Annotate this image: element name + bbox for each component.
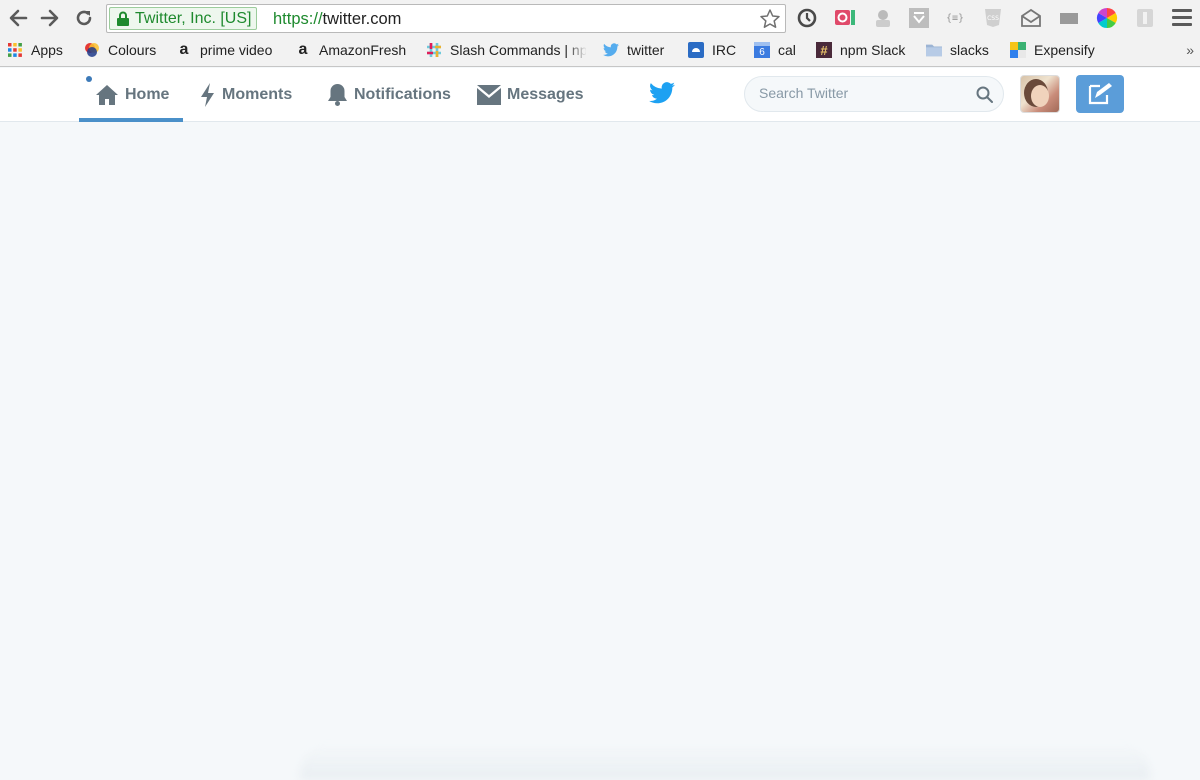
tab-home[interactable]: Home (79, 68, 183, 122)
lightning-icon (201, 83, 214, 107)
bookmark-irc[interactable]: IRC (688, 40, 736, 60)
reload-icon (76, 10, 92, 26)
json-icon[interactable]: {≡} (944, 7, 966, 29)
twitter-top-nav: Home Moments Notifications Messages (0, 68, 1200, 122)
bookmark-label: twitter (627, 42, 665, 58)
secure-indicator[interactable]: Twitter, Inc. [US] (109, 7, 258, 30)
search-box (744, 76, 1004, 112)
expensify-icon (1010, 42, 1026, 58)
bookmark-apps[interactable]: Apps (7, 40, 63, 60)
star-icon[interactable] (759, 8, 781, 30)
bookmark-label: npm Slack (840, 42, 906, 58)
bookmark-colours[interactable]: Colours (84, 40, 156, 60)
svg-text:CSS: CSS (987, 15, 999, 22)
forward-button[interactable] (38, 6, 62, 30)
tab-label: Notifications (354, 86, 451, 103)
twitter-bird-icon[interactable] (649, 82, 675, 104)
pocket-icon[interactable] (908, 7, 930, 29)
css-icon[interactable]: CSS (982, 7, 1004, 29)
tab-label: Messages (507, 86, 584, 103)
bookmark-label: Slash Commands | np (450, 42, 586, 58)
search-input[interactable] (759, 85, 959, 101)
bookmark-label: slacks (950, 42, 989, 58)
tab-messages[interactable]: Messages (477, 68, 584, 122)
bookmark-cal[interactable]: 6 cal (754, 40, 796, 60)
folder-icon (926, 42, 942, 58)
back-button[interactable] (6, 6, 30, 30)
bookmark-label: prime video (200, 42, 273, 58)
bell-icon (328, 84, 347, 106)
secure-label: Twitter, Inc. [US] (135, 9, 252, 27)
search-icon[interactable] (976, 86, 993, 103)
badge-icon[interactable] (872, 7, 894, 29)
slack-icon (426, 42, 442, 58)
timeline-area (0, 123, 1200, 780)
url-host: twitter.com (322, 10, 402, 28)
irc-icon (688, 42, 704, 58)
color-wheel-icon[interactable] (1096, 7, 1118, 29)
bookmark-amazonfresh[interactable]: a AmazonFresh (295, 40, 407, 60)
tab-notifications[interactable]: Notifications (327, 68, 451, 122)
browser-toolbar: Twitter, Inc. [US] https://twitter.com {… (0, 0, 1200, 36)
bookmark-expensify[interactable]: Expensify (1010, 40, 1095, 60)
window-icon[interactable] (1058, 7, 1080, 29)
arrow-left-icon (9, 9, 28, 27)
hash-icon: # (816, 42, 832, 58)
hamburger-menu-icon[interactable] (1172, 9, 1192, 27)
bookmark-slacks-folder[interactable]: slacks (926, 40, 989, 60)
reload-button[interactable] (72, 6, 96, 30)
amazon-icon: a (298, 41, 308, 58)
compose-tweet-button[interactable] (1076, 75, 1124, 113)
tab-label: Moments (222, 86, 293, 103)
bookmark-slash-commands[interactable]: Slash Commands | np (426, 40, 586, 60)
bookmarks-overflow-button[interactable]: » (1186, 42, 1194, 58)
browser-chrome: Twitter, Inc. [US] https://twitter.com {… (0, 0, 1200, 67)
calendar-icon: 6 (754, 42, 770, 58)
avatar[interactable] (1020, 75, 1060, 113)
colours-icon (84, 42, 100, 58)
history-clock-icon[interactable] (796, 7, 818, 29)
mail-icon[interactable] (1020, 7, 1042, 29)
bookmark-prime-video[interactable]: a prime video (176, 40, 273, 60)
url-scheme: https:// (273, 10, 323, 28)
envelope-icon (477, 85, 501, 105)
address-bar[interactable]: Twitter, Inc. [US] https://twitter.com (106, 4, 786, 33)
url-text[interactable]: https://twitter.com (273, 10, 401, 29)
bookmark-label: Colours (108, 42, 157, 58)
arrow-right-icon (40, 9, 59, 27)
puzzle-icon[interactable] (1134, 7, 1156, 29)
home-icon (96, 85, 118, 105)
bookmark-label: cal (778, 42, 796, 58)
bookmark-label: AmazonFresh (319, 42, 407, 58)
bookmark-npm-slack[interactable]: # npm Slack (816, 40, 905, 60)
tab-moments[interactable]: Moments (200, 68, 292, 122)
tab-label: Home (125, 86, 170, 103)
bookmark-label: Apps (31, 42, 63, 58)
bookmark-twitter[interactable]: twitter (603, 40, 664, 60)
quip-icon[interactable] (834, 7, 856, 29)
content-shadow (300, 745, 1150, 780)
amazon-icon: a (179, 41, 189, 58)
compose-icon (1088, 83, 1112, 105)
bookmark-label: IRC (712, 42, 737, 58)
bookmarks-bar: Apps Colours a prime video a AmazonFresh… (0, 37, 1200, 63)
lock-icon (117, 11, 129, 26)
bookmark-label: Expensify (1034, 42, 1095, 58)
apps-grid-icon (7, 42, 23, 58)
twitter-bird-icon (603, 42, 619, 58)
